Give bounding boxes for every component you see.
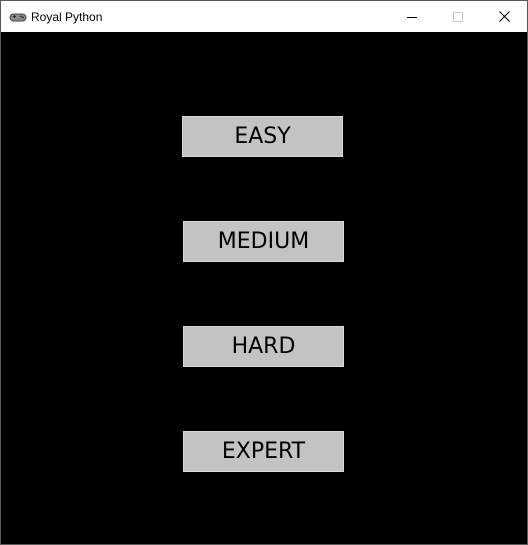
minimize-button[interactable] [389,1,435,32]
easy-button[interactable]: EASY [182,116,343,157]
game-menu-area: EASY MEDIUM HARD EXPERT [1,32,527,544]
expert-button[interactable]: EXPERT [183,431,344,472]
title-bar[interactable]: Royal Python [1,1,527,32]
window-title: Royal Python [31,10,103,24]
minimize-icon [407,16,417,18]
gamepad-icon [9,10,27,22]
maximize-icon [453,11,463,22]
app-window: Royal Python EASY MEDIUM HARD EXPERT [0,0,528,545]
hard-button[interactable]: HARD [183,326,344,367]
maximize-button[interactable] [435,1,481,32]
medium-button[interactable]: MEDIUM [183,221,344,262]
close-button[interactable] [481,1,527,32]
close-icon [498,11,510,22]
